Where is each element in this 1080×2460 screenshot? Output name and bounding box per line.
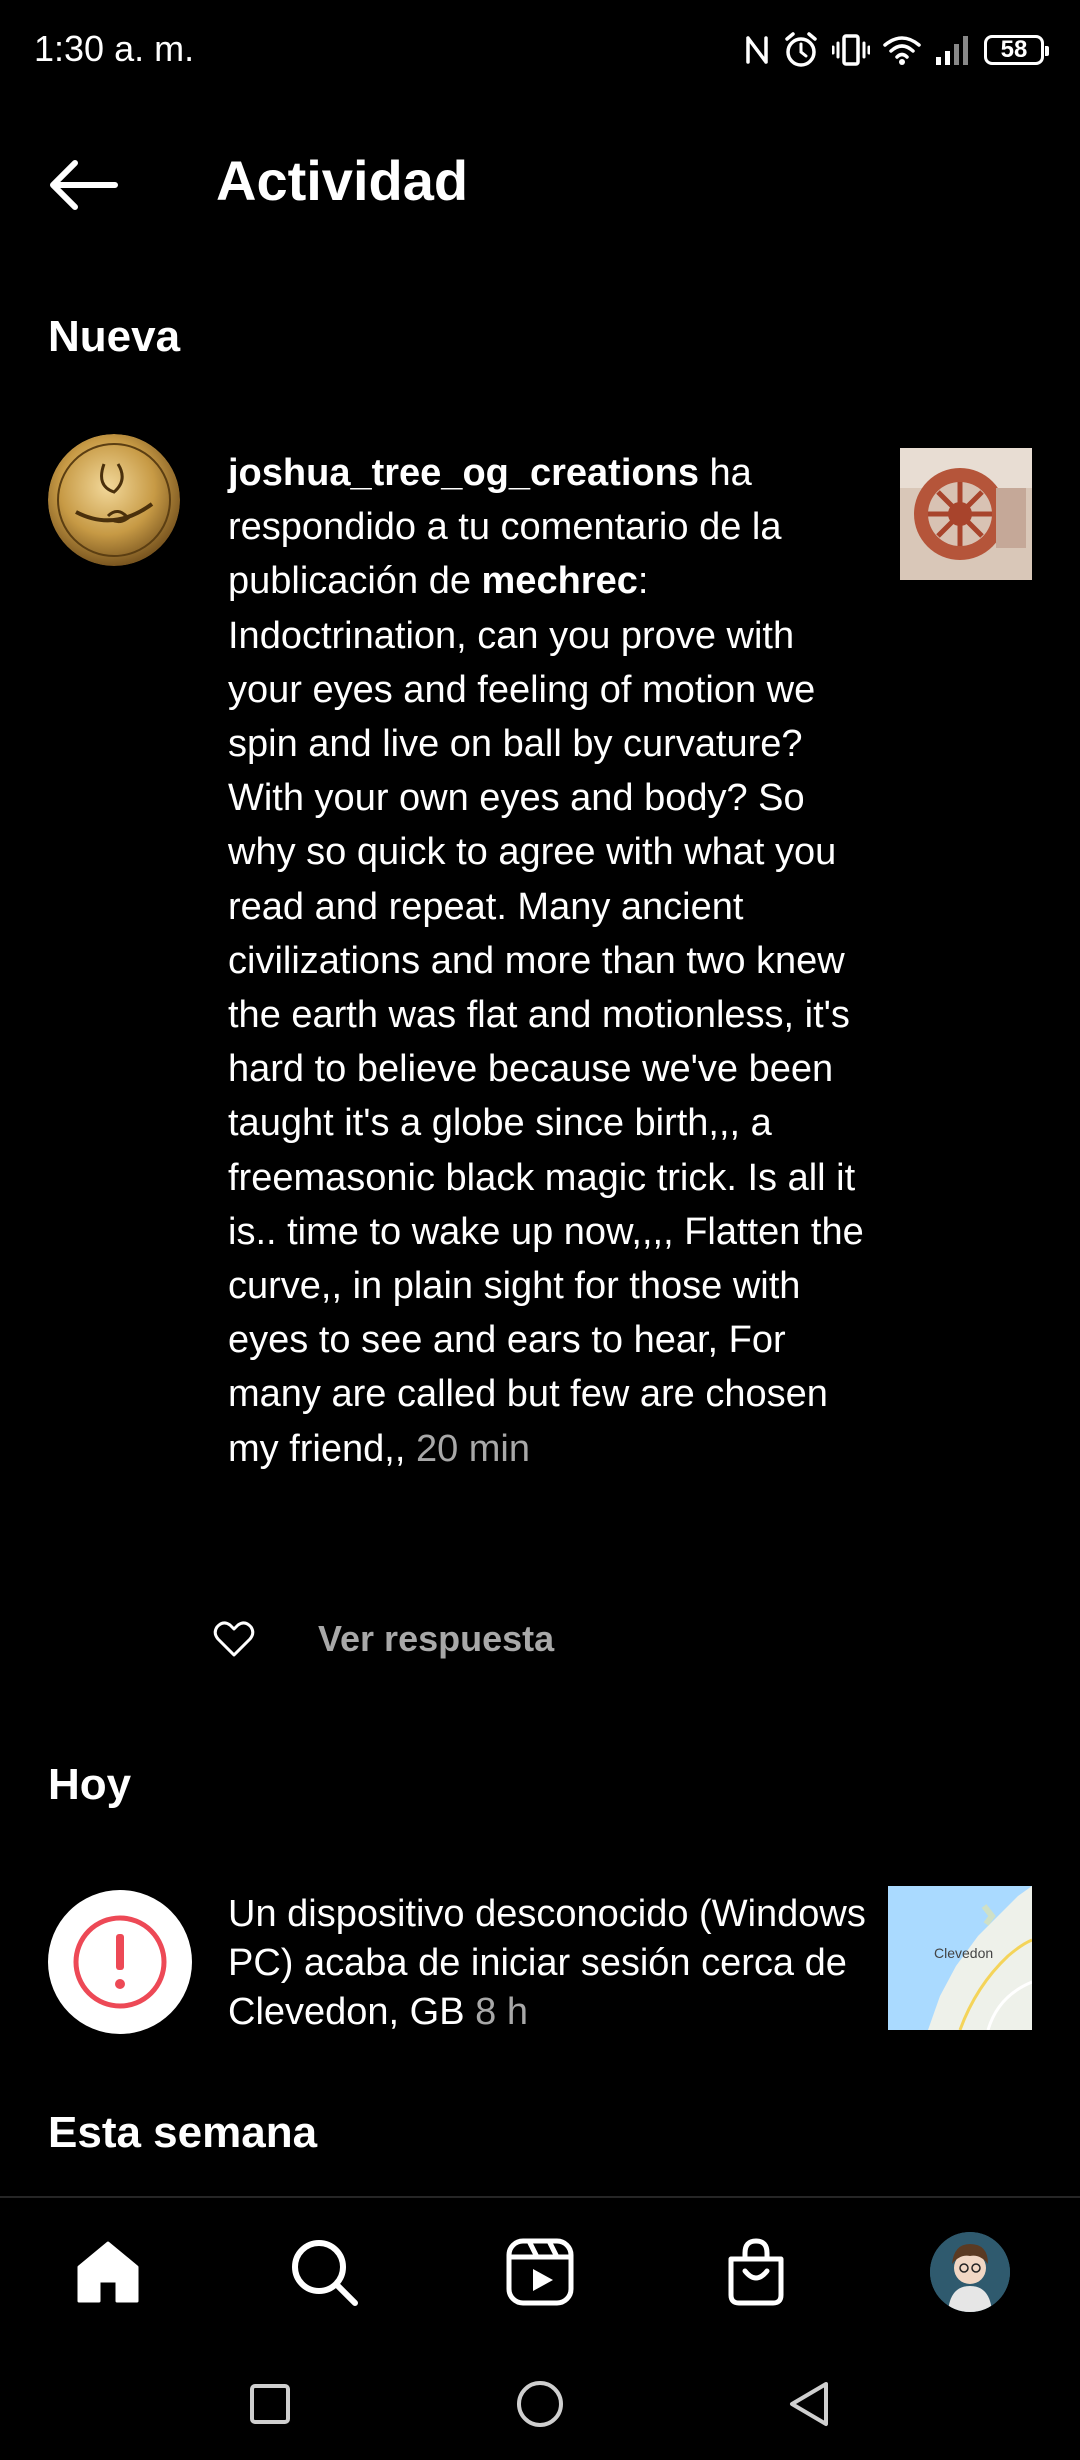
map-image: Clevedon <box>888 1886 1032 2030</box>
shopping-bag-icon <box>728 2238 784 2306</box>
back-system-button[interactable] <box>782 2376 838 2432</box>
login-alert-text[interactable]: Un dispositivo desconocido (Windows PC) … <box>228 1890 868 2037</box>
notification-username[interactable]: joshua_tree_og_creations <box>228 452 699 494</box>
notification-comment-text: : Indoctrination, can you prove with you… <box>228 560 864 1470</box>
nfc-icon <box>746 36 768 64</box>
alarm-icon <box>785 32 817 67</box>
status-bar: 1:30 a. m. 58 <box>0 0 1080 100</box>
home-system-button[interactable] <box>512 2376 568 2432</box>
post-thumbnail[interactable] <box>900 448 1032 580</box>
status-icons: 58 <box>744 28 1049 72</box>
reels-icon <box>506 2238 574 2306</box>
bottom-navigation <box>0 2196 1080 2346</box>
system-navigation <box>0 2344 1080 2460</box>
activity-screen: 1:30 a. m. 58 Actividad Nueva joshua_tre… <box>0 0 1080 2460</box>
home-icon <box>77 2241 139 2303</box>
back-button[interactable] <box>40 152 126 218</box>
alert-icon <box>73 1915 167 2009</box>
triangle-back-icon <box>790 2382 828 2426</box>
vibrate-icon <box>832 34 870 66</box>
square-icon <box>250 2384 290 2424</box>
wifi-icon <box>883 36 921 65</box>
notification-time: 20 min <box>415 1427 531 1470</box>
login-alert-icon-wrapper <box>48 1890 192 2034</box>
section-new-title: Nueva <box>48 312 181 361</box>
recents-button[interactable] <box>242 2376 298 2432</box>
nav-reels[interactable] <box>502 2234 578 2310</box>
circle-icon <box>517 2381 563 2427</box>
header: Actividad <box>0 130 1080 240</box>
map-label: Clevedon <box>934 1945 993 1961</box>
page-title: Actividad <box>216 149 469 212</box>
status-time: 1:30 a. m. <box>34 28 195 69</box>
avatar[interactable] <box>48 434 180 566</box>
section-today-title: Hoy <box>48 1760 132 1809</box>
login-alert-time: 8 h <box>475 1991 528 2033</box>
signal-icon <box>936 36 968 65</box>
nav-home[interactable] <box>70 2234 146 2310</box>
notification-reply-text[interactable]: joshua_tree_og_creations ha respondido a… <box>228 446 868 1476</box>
heart-icon[interactable] <box>212 1617 256 1661</box>
nav-search[interactable] <box>286 2234 362 2310</box>
nav-shop[interactable] <box>718 2234 794 2310</box>
search-icon <box>292 2240 358 2306</box>
profile-avatar-image <box>930 2232 1010 2312</box>
post-thumbnail-image <box>900 448 1032 580</box>
battery-indicator: 58 <box>984 35 1049 65</box>
nav-profile-avatar[interactable] <box>930 2232 1010 2312</box>
view-reply-link[interactable]: Ver respuesta <box>318 1618 554 1660</box>
notification-post-owner[interactable]: mechrec <box>482 560 638 602</box>
section-this-week-title: Esta semana <box>48 2108 318 2157</box>
map-thumbnail[interactable]: Clevedon <box>888 1886 1032 2030</box>
login-alert-message: Un dispositivo desconocido (Windows PC) … <box>228 1893 866 2033</box>
arrow-left-icon <box>50 160 118 210</box>
notification-actions: Ver respuesta <box>212 1612 554 1666</box>
user-avatar-image <box>48 434 180 566</box>
